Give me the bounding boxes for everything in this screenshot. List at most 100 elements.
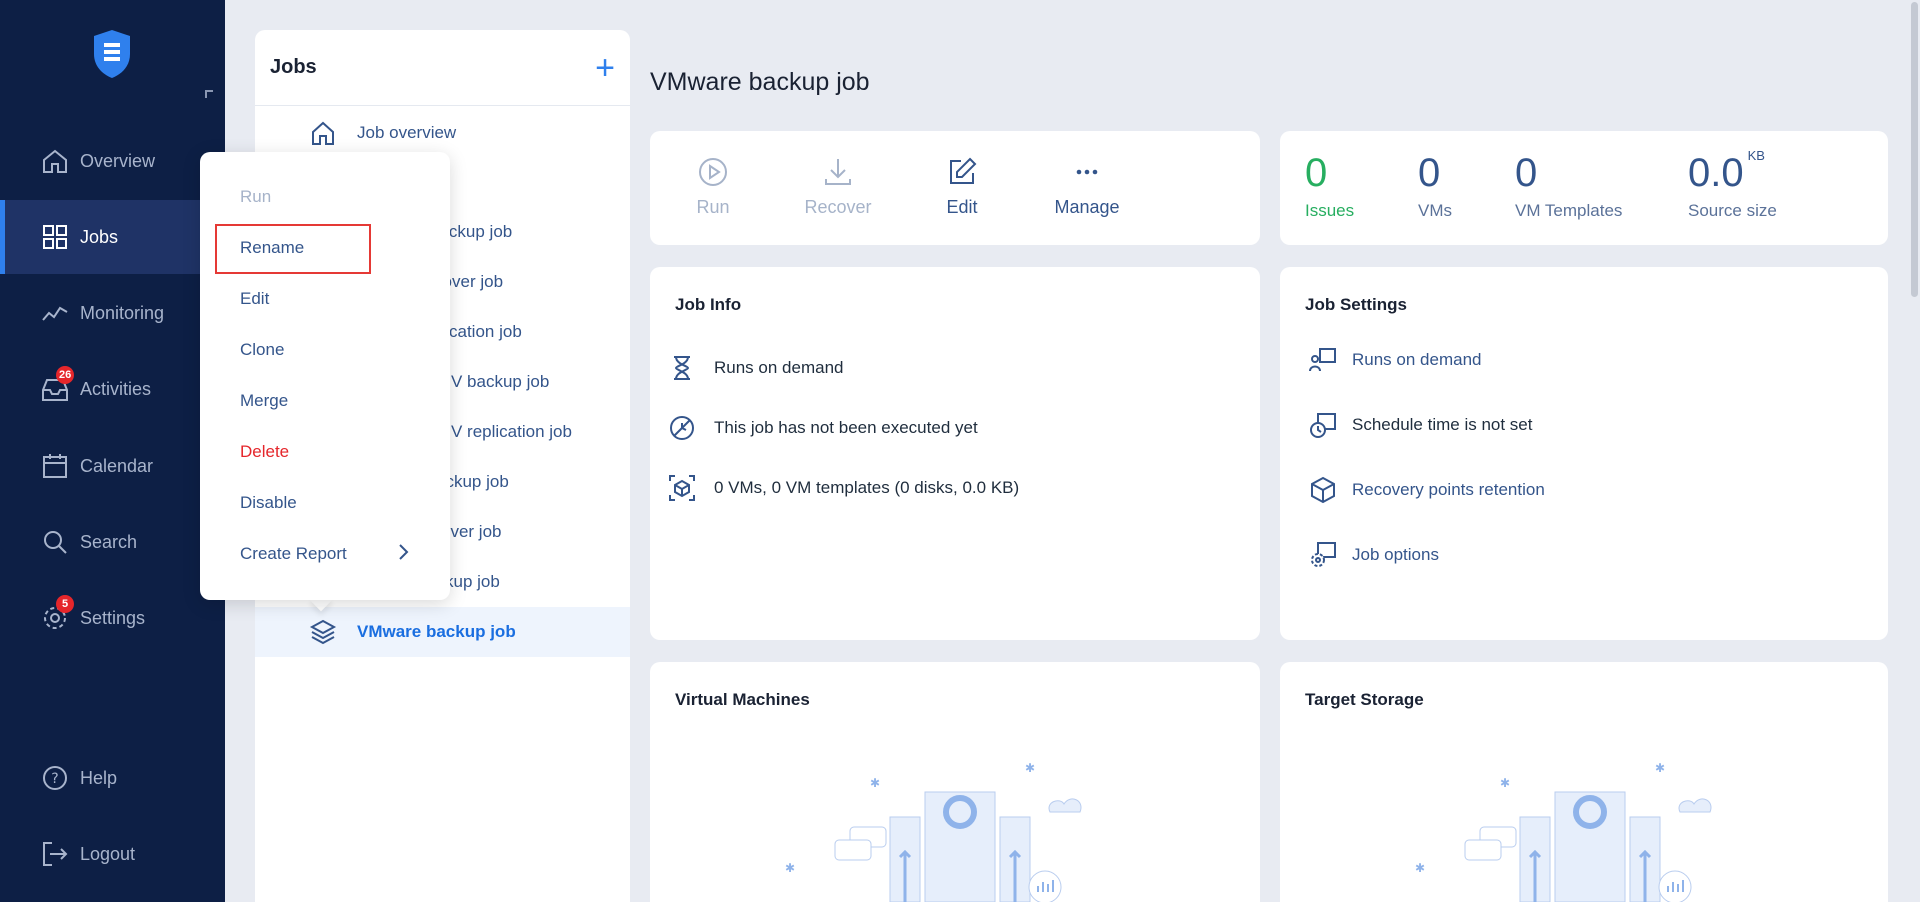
- source-size-label: Source size: [1688, 201, 1777, 220]
- target-storage-card: Target Storage ✱ ✱ ✱: [1280, 662, 1888, 902]
- sidebar-item-jobs[interactable]: Jobs: [0, 200, 225, 274]
- help-icon: ?: [43, 766, 67, 790]
- svg-text:?: ?: [51, 771, 58, 787]
- job-list-item-label: V replication job: [451, 422, 572, 441]
- svg-text:✱: ✱: [1500, 776, 1510, 790]
- sidebar-item-label: Help: [80, 767, 118, 788]
- job-info-text: 0 VMs, 0 VM templates (0 disks, 0.0 KB): [714, 478, 1020, 497]
- menu-item-edit[interactable]: Edit: [240, 289, 269, 309]
- sidebar-item-label: Monitoring: [80, 302, 165, 323]
- home-icon: [43, 149, 67, 173]
- svg-text:✱: ✱: [1655, 762, 1665, 775]
- menu-item-merge[interactable]: Merge: [240, 391, 288, 411]
- retention-cube-icon: [1311, 476, 1335, 504]
- job-info-text: Runs on demand: [714, 358, 844, 377]
- sidebar-item-activities[interactable]: 26 Activities: [0, 352, 225, 426]
- settings-job-options[interactable]: Job options: [1308, 540, 1439, 570]
- svg-text:✱: ✱: [1415, 861, 1425, 875]
- not-executed-icon: [670, 416, 694, 440]
- search-icon: [44, 531, 67, 554]
- empty-state-illustration: ✱ ✱ ✱: [785, 762, 1082, 902]
- sidebar-item-label: Jobs: [80, 226, 119, 247]
- job-settings-card: Job Settings Runs on demand Schedule tim…: [1280, 267, 1888, 640]
- settings-row-label: Runs on demand: [1352, 350, 1482, 369]
- source-size-stat: 0.0 KB Source size: [1688, 149, 1777, 221]
- run-button[interactable]: Run: [663, 155, 763, 218]
- job-info-row: Runs on demand: [668, 354, 843, 382]
- jobs-panel-title: Jobs: [270, 56, 317, 78]
- schedule-person-icon: [1309, 348, 1336, 372]
- virtual-machines-card: Virtual Machines ✱ ✱ ✱: [650, 662, 1260, 902]
- grid-icon: [43, 225, 67, 249]
- add-job-button[interactable]: +: [595, 51, 615, 85]
- job-overview-item[interactable]: Job overview: [255, 108, 630, 158]
- svg-text:✱: ✱: [1025, 762, 1035, 775]
- issues-label: Issues: [1305, 201, 1355, 220]
- menu-item-run: Run: [240, 187, 272, 206]
- download-icon: [825, 159, 851, 185]
- edit-label: Edit: [946, 197, 978, 217]
- target-storage-title: Target Storage: [1305, 690, 1424, 709]
- job-list-item-label: over job: [441, 522, 502, 541]
- job-info-title: Job Info: [675, 295, 742, 314]
- menu-item-create-report[interactable]: Create Report: [240, 544, 347, 564]
- inbox-icon: 26: [40, 366, 75, 404]
- hourglass-icon: [674, 356, 690, 380]
- job-list-item-label: V backup job: [451, 372, 550, 391]
- sidebar-item-overview[interactable]: Overview: [0, 124, 225, 198]
- recover-button[interactable]: Recover: [788, 155, 888, 218]
- settings-runs-on-demand[interactable]: Runs on demand: [1308, 345, 1481, 375]
- sidebar-item-settings[interactable]: 5 Settings: [0, 581, 225, 655]
- activities-badge: 26: [56, 366, 75, 384]
- home-icon: [312, 121, 334, 145]
- empty-state-illustration: ✱ ✱ ✱: [1415, 762, 1712, 902]
- sidebar-item-logout[interactable]: Logout: [0, 817, 225, 891]
- stats-card: 0 Issues 0 VMs 0 VM Templates 0.0 KB Sour…: [1280, 131, 1888, 245]
- source-size-value: 0.0: [1688, 151, 1744, 195]
- virtual-machines-title: Virtual Machines: [675, 690, 810, 709]
- toolbar-card: Run Recover Edit Manage: [650, 131, 1260, 245]
- sidebar: Overview Jobs Monitoring 26 Activities C…: [0, 0, 225, 902]
- sidebar-item-label: Activities: [80, 378, 152, 399]
- issues-stat[interactable]: 0 Issues: [1305, 153, 1354, 221]
- job-settings-title: Job Settings: [1305, 295, 1408, 314]
- page-title: VMware backup job: [650, 68, 870, 96]
- menu-item-delete[interactable]: Delete: [240, 442, 289, 462]
- menu-item-disable[interactable]: Disable: [240, 493, 297, 513]
- sidebar-item-label: Logout: [80, 843, 136, 864]
- manage-label: Manage: [1054, 197, 1120, 217]
- sidebar-item-search[interactable]: Search: [0, 505, 225, 579]
- job-info-row: This job has not been executed yet: [668, 414, 978, 442]
- gear-icon: 5: [40, 595, 74, 633]
- edit-button[interactable]: Edit: [912, 155, 1012, 218]
- sidebar-item-label: Calendar: [80, 455, 154, 476]
- job-list-item-label: VMware backup job: [357, 622, 516, 641]
- play-icon: [699, 158, 727, 186]
- monitoring-icon: [42, 306, 68, 321]
- vms-value: 0: [1418, 151, 1441, 195]
- job-info-text: This job has not been executed yet: [714, 418, 978, 437]
- calendar-clock-icon: [1310, 413, 1336, 438]
- settings-badge: 5: [56, 595, 74, 613]
- job-list-item-selected[interactable]: VMware backup job: [255, 607, 630, 657]
- menu-item-clone[interactable]: Clone: [240, 340, 284, 360]
- collapse-sidebar-icon[interactable]: [205, 90, 213, 98]
- sidebar-item-help[interactable]: ? Help: [0, 741, 225, 815]
- sidebar-item-monitoring[interactable]: Monitoring: [0, 276, 225, 350]
- sidebar-item-calendar[interactable]: Calendar: [0, 429, 225, 503]
- manage-button[interactable]: Manage: [1037, 155, 1137, 218]
- vm-templates-value: 0: [1515, 151, 1538, 195]
- page-scrollbar-thumb[interactable]: [1911, 2, 1918, 297]
- options-gear-icon: [1311, 542, 1336, 567]
- settings-row-label: Schedule time is not set: [1352, 415, 1533, 434]
- settings-recovery-points-retention[interactable]: Recovery points retention: [1308, 475, 1545, 505]
- edit-icon: [950, 157, 977, 184]
- vms-stat: 0 VMs: [1418, 153, 1452, 221]
- rename-highlight-box: [215, 224, 371, 274]
- svg-text:✱: ✱: [870, 776, 880, 790]
- svg-text:✱: ✱: [785, 861, 795, 875]
- source-size-unit: KB: [1747, 148, 1765, 163]
- vm-templates-label: VM Templates: [1515, 201, 1623, 220]
- sidebar-item-label: Settings: [80, 607, 146, 628]
- job-overview-label: Job overview: [357, 123, 457, 142]
